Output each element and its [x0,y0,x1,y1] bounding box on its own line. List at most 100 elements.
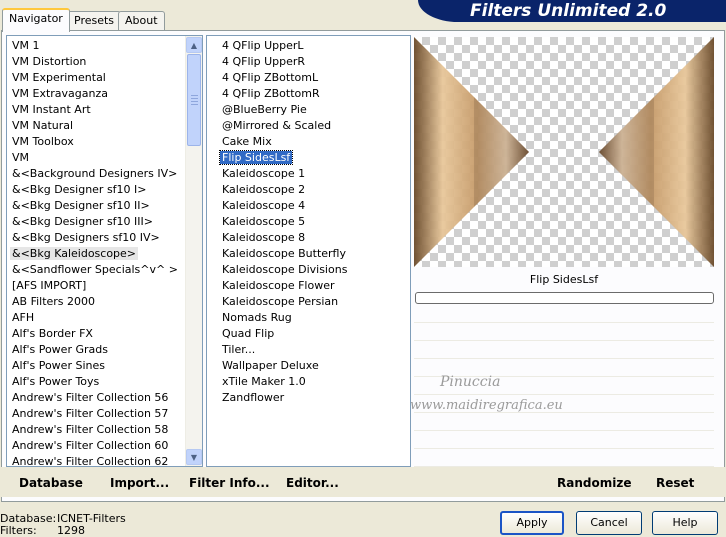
filter-item[interactable]: Kaleidoscope 4 [217,198,410,214]
category-item[interactable]: AFH [7,310,202,326]
filter-item-label: Kaleidoscope 2 [222,183,306,196]
tab-about[interactable]: About [118,11,165,30]
tab-navigator[interactable]: Navigator [2,8,70,32]
category-item[interactable]: VM Toolbox [7,134,202,150]
filter-item-label: xTile Maker 1.0 [222,375,306,388]
category-item-label: Andrew's Filter Collection 56 [12,391,169,404]
filter-item-label: Nomads Rug [222,311,292,324]
category-item[interactable]: VM Extravaganza [7,86,202,102]
filter-item-label: @BlueBerry Pie [222,103,307,116]
filter-item-label: 4 QFlip ZBottomR [222,87,320,100]
category-item[interactable]: [AFS IMPORT] [7,278,202,294]
filter-item-label: Kaleidoscope Flower [222,279,335,292]
selected-filter-name: Flip SidesLsf [529,273,599,286]
filter-item-label: Cake Mix [222,135,272,148]
category-item[interactable]: VM Experimental [7,70,202,86]
category-item-label: Alf's Power Grads [12,343,108,356]
filter-item[interactable]: Zandflower [217,390,410,406]
filter-item-label: Wallpaper Deluxe [222,359,319,372]
category-item-label: &<Bkg Designer sf10 I> [12,183,147,196]
filter-item[interactable]: xTile Maker 1.0 [217,374,410,390]
cancel-button[interactable]: Cancel [576,511,642,535]
scroll-down-button[interactable]: ▼ [186,449,202,465]
category-item-label: Andrew's Filter Collection 60 [12,439,169,452]
filter-item-label: Kaleidoscope 5 [222,215,306,228]
randomize-button[interactable]: Randomize [557,474,631,492]
filter-item-label: Tiler... [222,343,256,356]
filter-item-label: Kaleidoscope 1 [222,167,306,180]
category-item[interactable]: &<Bkg Designer sf10 I> [7,182,202,198]
category-item[interactable]: VM Distortion [7,54,202,70]
category-item[interactable]: &<Bkg Kaleidoscope> [7,246,202,262]
category-item-label: [AFS IMPORT] [12,279,87,292]
filter-item[interactable]: Kaleidoscope 2 [217,182,410,198]
filter-item-label: Kaleidoscope 8 [222,231,306,244]
reset-button[interactable]: Reset [656,474,694,492]
filter-item[interactable]: Nomads Rug [217,310,410,326]
category-item-label: VM Extravaganza [12,87,109,100]
filter-item[interactable]: Kaleidoscope 1 [217,166,410,182]
category-item[interactable]: AB Filters 2000 [7,294,202,310]
filter-item-label: Zandflower [222,391,285,404]
category-item[interactable]: &<Sandflower Specials^v^ > [7,262,202,278]
category-item[interactable]: VM [7,150,202,166]
category-item[interactable]: VM 1 [7,38,202,54]
category-item[interactable]: Andrew's Filter Collection 58 [7,422,202,438]
filter-item[interactable]: Kaleidoscope Persian [217,294,410,310]
filter-item[interactable]: Cake Mix [217,134,410,150]
category-item-label: VM [12,151,30,164]
filter-item-label: Kaleidoscope Persian [222,295,339,308]
filter-item[interactable]: 4 QFlip UpperR [217,54,410,70]
category-item-label: Alf's Power Toys [12,375,100,388]
database-button[interactable]: Database [19,474,83,492]
category-item[interactable]: Andrew's Filter Collection 62 [7,454,202,467]
filter-list[interactable]: 4 QFlip UpperL 4 QFlip UpperR 4 QFlip ZBot… [206,35,411,467]
category-item[interactable]: Alf's Border FX [7,326,202,342]
filter-item[interactable]: Kaleidoscope Flower [217,278,410,294]
filter-item[interactable]: Kaleidoscope 5 [217,214,410,230]
filter-item[interactable]: 4 QFlip ZBottomL [217,70,410,86]
scroll-thumb[interactable] [187,54,201,146]
filter-info-button[interactable]: Filter Info... [189,474,270,492]
help-button[interactable]: Help [652,511,718,535]
category-scrollbar[interactable]: ▲ ▼ [185,36,202,466]
category-item-label: AB Filters 2000 [12,295,96,308]
filter-item[interactable]: Wallpaper Deluxe [217,358,410,374]
filter-item[interactable]: Kaleidoscope Divisions [217,262,410,278]
category-item[interactable]: &<Bkg Designer sf10 II> [7,198,202,214]
filter-item[interactable]: Flip SidesLsf [217,150,410,166]
category-item[interactable]: Andrew's Filter Collection 57 [7,406,202,422]
filter-item[interactable]: 4 QFlip ZBottomR [217,86,410,102]
category-item-label: Andrew's Filter Collection 62 [12,455,169,467]
category-item[interactable]: Alf's Power Toys [7,374,202,390]
category-item[interactable]: &<Bkg Designers sf10 IV> [7,230,202,246]
filter-item[interactable]: 4 QFlip UpperL [217,38,410,54]
category-item[interactable]: VM Instant Art [7,102,202,118]
filter-item[interactable]: Kaleidoscope Butterfly [217,246,410,262]
apply-button[interactable]: Apply [500,511,564,535]
category-item-label: Alf's Border FX [12,327,93,340]
category-item[interactable]: Andrew's Filter Collection 60 [7,438,202,454]
category-item[interactable]: Alf's Power Sines [7,358,202,374]
category-item[interactable]: &<Background Designers IV> [7,166,202,182]
tab-presets[interactable]: Presets [67,11,122,30]
filter-item[interactable]: Quad Flip [217,326,410,342]
import-button[interactable]: Import... [110,474,169,492]
category-item-label: VM Instant Art [12,103,91,116]
category-item-label: Andrew's Filter Collection 58 [12,423,169,436]
editor-button[interactable]: Editor... [286,474,339,492]
category-item[interactable]: VM Natural [7,118,202,134]
category-item[interactable]: Andrew's Filter Collection 56 [7,390,202,406]
scroll-up-button[interactable]: ▲ [186,37,202,53]
category-item-label: &<Bkg Designers sf10 IV> [12,231,160,244]
filter-item[interactable]: @BlueBerry Pie [217,102,410,118]
filter-item-label: Kaleidoscope Divisions [222,263,348,276]
filter-item[interactable]: Tiler... [217,342,410,358]
category-item[interactable]: Alf's Power Grads [7,342,202,358]
filter-item-label: 4 QFlip ZBottomL [222,71,319,84]
category-item-label: &<Bkg Designer sf10 III> [12,215,154,228]
category-list[interactable]: VM 1 VM Distortion VM Experimental VM Extra… [6,35,203,467]
filter-item[interactable]: Kaleidoscope 8 [217,230,410,246]
filter-item[interactable]: @Mirrored & Scaled [217,118,410,134]
category-item[interactable]: &<Bkg Designer sf10 III> [7,214,202,230]
